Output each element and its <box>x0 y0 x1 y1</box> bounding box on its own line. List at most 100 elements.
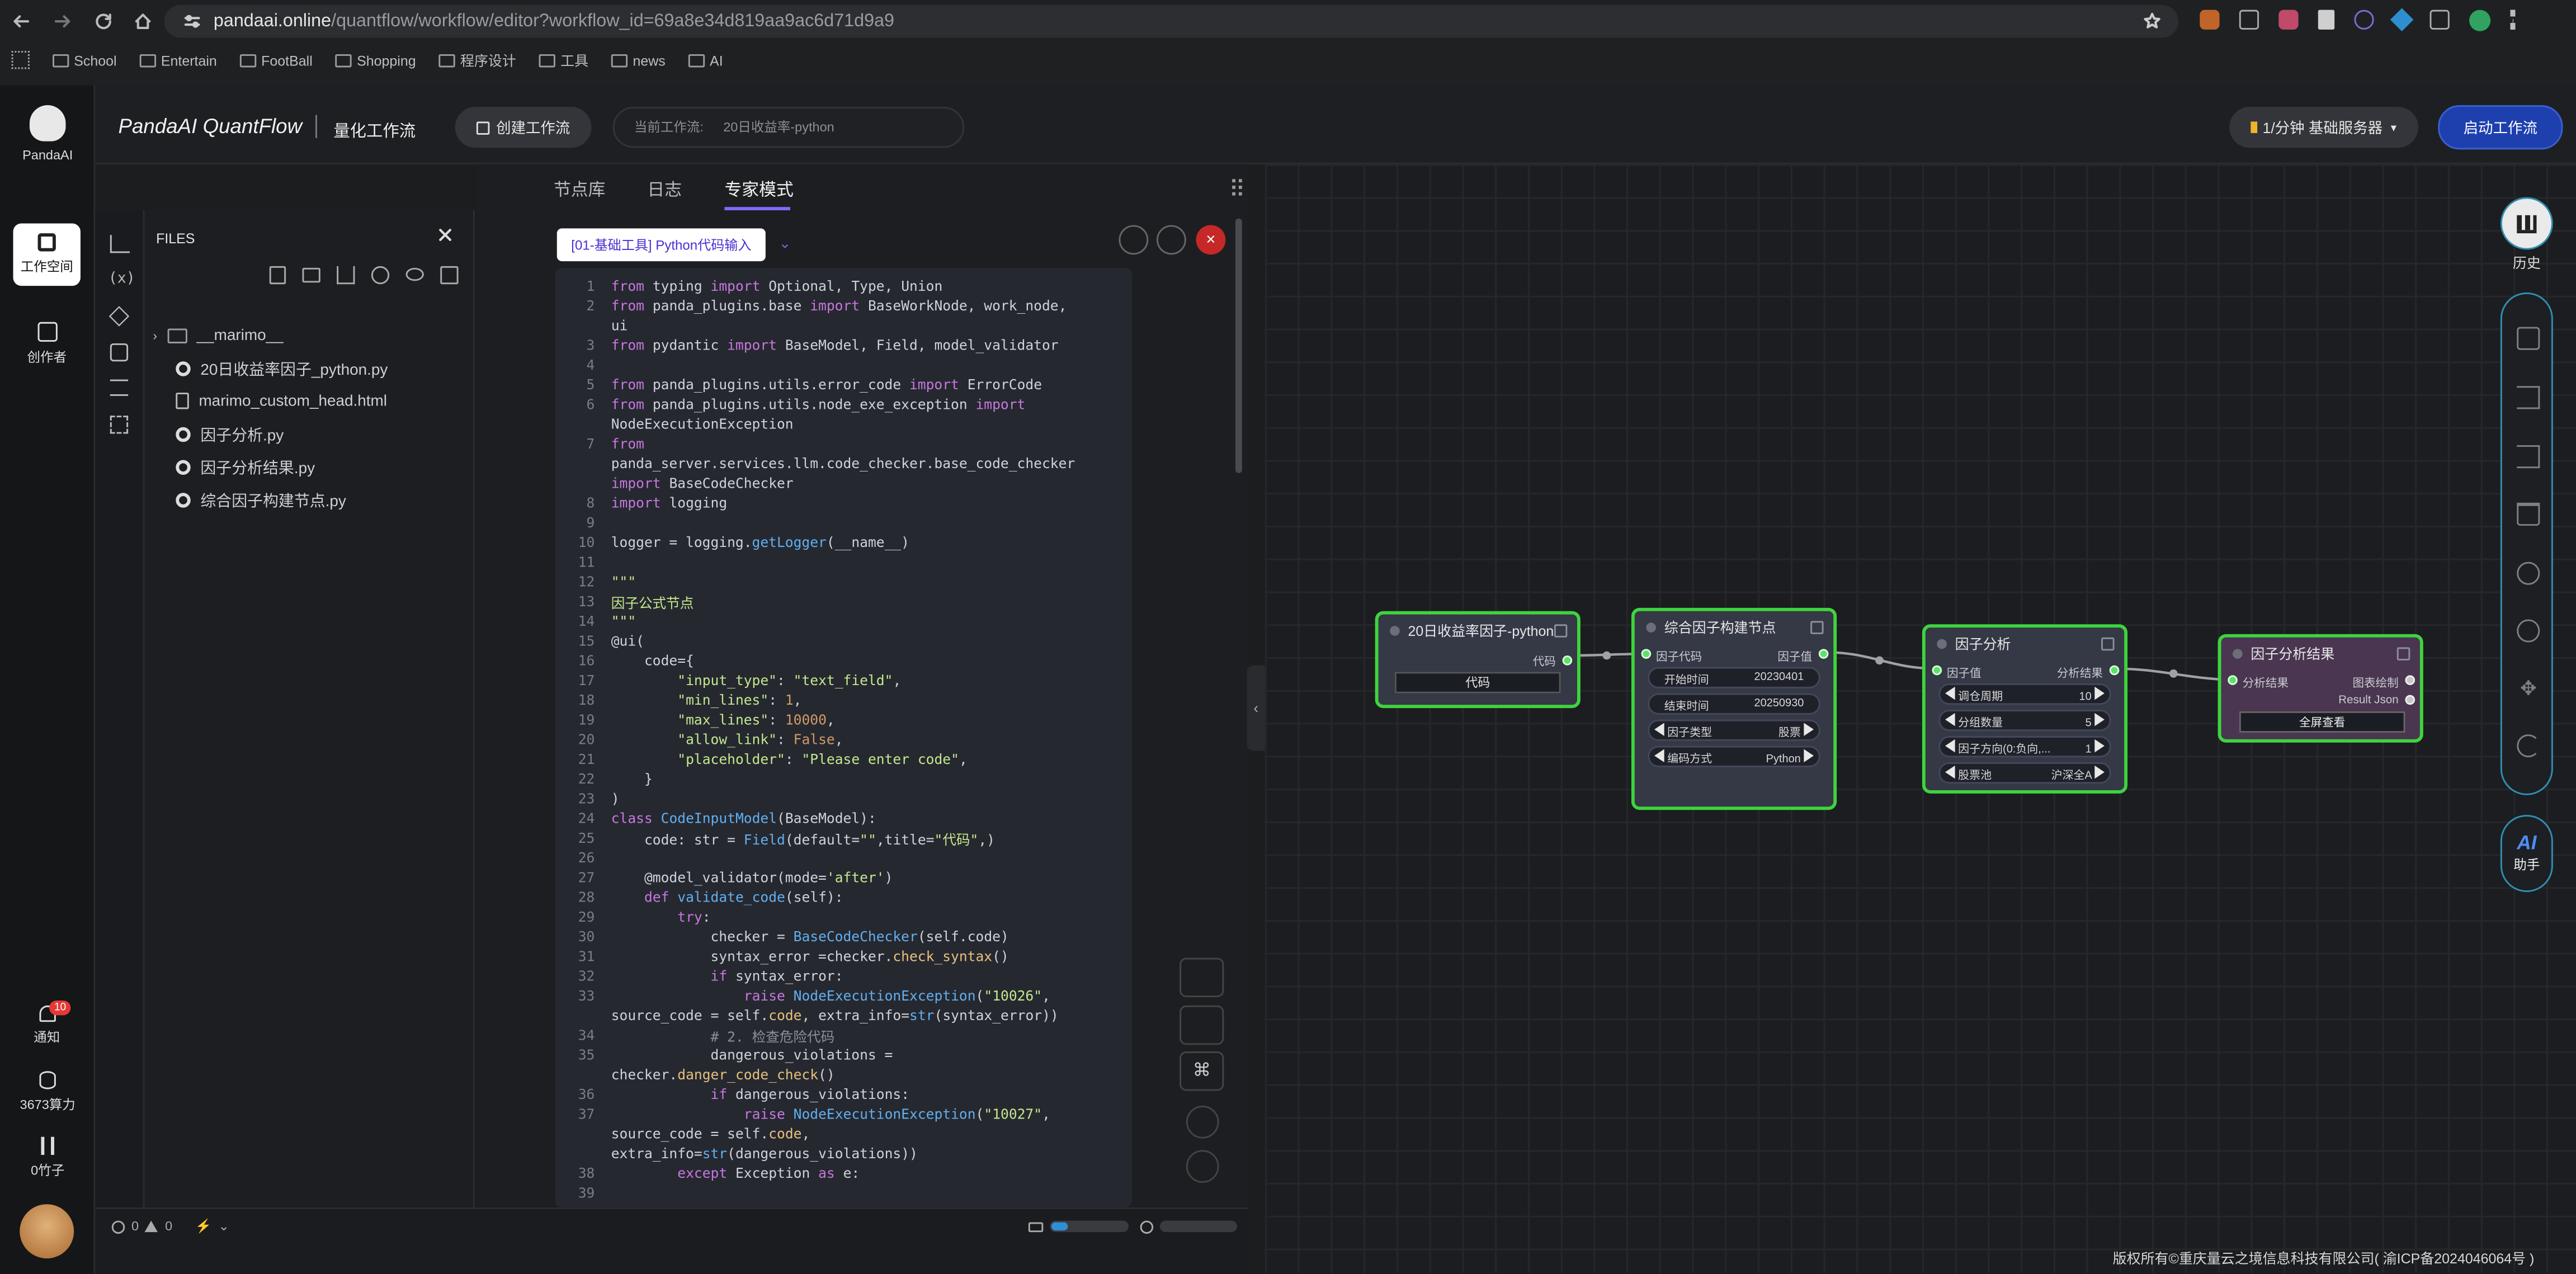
search-list-icon[interactable] <box>110 379 129 396</box>
code-button[interactable]: 代码 <box>1394 672 1561 693</box>
zoom-in-icon[interactable] <box>2517 561 2540 585</box>
tab-node-library[interactable]: 节点库 <box>554 177 606 202</box>
new-file-icon[interactable] <box>269 266 286 285</box>
site-info-icon[interactable] <box>184 13 200 30</box>
file-tree-icon[interactable] <box>110 235 130 253</box>
prev-arrow-icon[interactable] <box>1654 748 1664 762</box>
import-icon[interactable] <box>2517 386 2540 409</box>
list-item[interactable]: 20日收益率因子_python.py <box>153 352 388 385</box>
hide-icon[interactable] <box>405 267 424 281</box>
decrement-icon[interactable] <box>1945 686 1955 699</box>
back-icon[interactable] <box>12 12 31 31</box>
server-select[interactable]: 1/分钟 基础服务器 ▾ <box>2229 106 2418 148</box>
prev-arrow-icon[interactable] <box>1654 722 1664 735</box>
trash-icon[interactable] <box>2517 502 2540 526</box>
layout-icon[interactable] <box>1180 1005 1224 1045</box>
extension-fox-icon[interactable] <box>2200 10 2220 30</box>
bookmark-ai[interactable]: AI <box>688 51 723 70</box>
variables-icon[interactable]: (x) <box>108 271 135 287</box>
close-circle-icon[interactable]: × <box>1196 225 1226 255</box>
bookmark-programming[interactable]: 程序设计 <box>438 51 516 70</box>
grid-menu-icon[interactable] <box>1232 179 1242 196</box>
list-item[interactable]: 因子分析结果.py <box>153 450 388 483</box>
keyboard-icon[interactable] <box>1028 1222 1044 1233</box>
input-pin[interactable] <box>1932 665 1942 676</box>
bookmark-star-icon[interactable] <box>2143 12 2162 31</box>
list-item[interactable]: › __marimo__ <box>153 319 388 352</box>
extension-pink-icon[interactable] <box>2278 10 2299 30</box>
next-arrow-icon[interactable] <box>2094 765 2105 778</box>
edit-icon[interactable] <box>1810 621 1824 634</box>
output-pin[interactable] <box>2109 665 2120 676</box>
export-icon[interactable] <box>2517 445 2540 469</box>
stock-pool-select[interactable]: 股票池 沪深全A <box>1938 762 2111 784</box>
next-arrow-icon[interactable] <box>1804 722 1814 735</box>
output-pin[interactable] <box>2405 675 2415 685</box>
zoom-out-icon[interactable] <box>2517 619 2540 643</box>
current-workflow-field[interactable]: 当前工作流: 20日收益率-python <box>612 106 965 148</box>
encoding-select[interactable]: 编码方式 Python <box>1648 745 1820 767</box>
upload-icon[interactable] <box>337 266 355 285</box>
address-bar[interactable]: pandaai.online/quantflow/workflow/editor… <box>164 4 2179 38</box>
bookmark-entertain[interactable]: Entertain <box>139 51 217 70</box>
code-editor[interactable]: 1 from typing import Optional, Type, Unio… <box>555 267 1132 1208</box>
node-composite-factor[interactable]: 综合因子构建节点 因子代码 因子值 开始时间 20230401 结束时间 20250… <box>1631 607 1837 810</box>
package-icon[interactable] <box>108 306 130 327</box>
increment-icon[interactable] <box>2094 686 2105 699</box>
user-avatar[interactable] <box>20 1204 74 1259</box>
node-factor-analysis[interactable]: 因子分析 因子值 分析结果 调仓周期 10 分组数量 5 因子方向(0:负向,...… <box>1922 624 2128 794</box>
next-arrow-icon[interactable] <box>1804 748 1814 762</box>
tab-expert-mode[interactable]: 专家模式 <box>724 177 793 202</box>
list-item[interactable]: 因子分析.py <box>153 417 388 450</box>
save-icon[interactable] <box>1180 957 1224 998</box>
history-button[interactable] <box>2500 197 2553 250</box>
rail-creator[interactable]: 创作者 <box>13 322 81 366</box>
edit-icon[interactable] <box>2396 647 2410 660</box>
edit-icon[interactable] <box>2101 637 2115 651</box>
decrement-icon[interactable] <box>1945 712 1955 725</box>
reload-icon[interactable] <box>93 12 113 31</box>
list-item[interactable]: marimo_custom_head.html <box>153 384 388 417</box>
factor-direction-stepper[interactable]: 因子方向(0:负向,... 1 <box>1938 736 2111 758</box>
apps-grid-icon[interactable] <box>11 51 30 69</box>
command-icon[interactable]: ⌘ <box>1180 1051 1224 1091</box>
list-menu-icon[interactable] <box>1119 225 1149 255</box>
collapse-handle[interactable]: ‹ <box>1247 665 1265 751</box>
rail-bamboo[interactable]: 0竹子 <box>0 1136 95 1179</box>
prev-arrow-icon[interactable] <box>1945 765 1955 778</box>
reset-icon[interactable] <box>2517 734 2540 758</box>
home-icon[interactable] <box>133 12 153 31</box>
lightning-icon[interactable]: ⚡ <box>195 1219 211 1234</box>
bookmark-shopping[interactable]: Shopping <box>335 51 416 70</box>
rail-notify[interactable]: 10 通知 <box>13 1000 81 1046</box>
extensions-puzzle-icon[interactable] <box>2429 10 2450 30</box>
scroll-icon[interactable] <box>110 343 129 362</box>
close-icon[interactable] <box>437 227 453 243</box>
bookmark-football[interactable]: FootBall <box>239 51 313 70</box>
start-date-field[interactable]: 开始时间 20230401 <box>1648 667 1820 688</box>
extension-globe-icon[interactable] <box>2354 10 2374 30</box>
input-pin[interactable] <box>2228 675 2238 685</box>
ai-assistant-button[interactable]: AI 助手 <box>2500 815 2553 893</box>
bookmark-tools[interactable]: 工具 <box>539 51 588 70</box>
edit-icon[interactable] <box>1554 624 1568 638</box>
factor-type-select[interactable]: 因子类型 股票 <box>1648 719 1820 741</box>
workflow-canvas[interactable]: ‹ 20日收益率因子-python 代码 代码 综合因子构建节点 因子代码 因子… <box>1247 164 2576 1273</box>
profile-avatar-icon[interactable] <box>2469 10 2491 31</box>
stop-icon[interactable] <box>1186 1105 1219 1139</box>
extension-diamond-icon[interactable] <box>2390 8 2414 32</box>
decrement-icon[interactable] <box>1945 738 1955 752</box>
list-item[interactable]: 综合因子构建节点.py <box>153 483 388 516</box>
fullscreen-button[interactable]: 全屏查看 <box>2239 711 2405 733</box>
increment-icon[interactable] <box>2094 738 2105 752</box>
tab-logs[interactable]: 日志 <box>647 177 682 202</box>
start-workflow-button[interactable]: 启动工作流 <box>2438 105 2563 150</box>
scrollbar[interactable] <box>1235 218 1242 473</box>
bookmark-news[interactable]: news <box>611 51 666 70</box>
play-icon[interactable] <box>1186 1150 1219 1183</box>
extension-window-icon[interactable] <box>2239 10 2259 30</box>
menu-dots-icon[interactable] <box>2510 10 2516 30</box>
increment-icon[interactable] <box>2094 712 2105 725</box>
bookmark-school[interactable]: School <box>53 51 117 70</box>
chevron-down-icon[interactable]: ⌄ <box>779 235 791 253</box>
